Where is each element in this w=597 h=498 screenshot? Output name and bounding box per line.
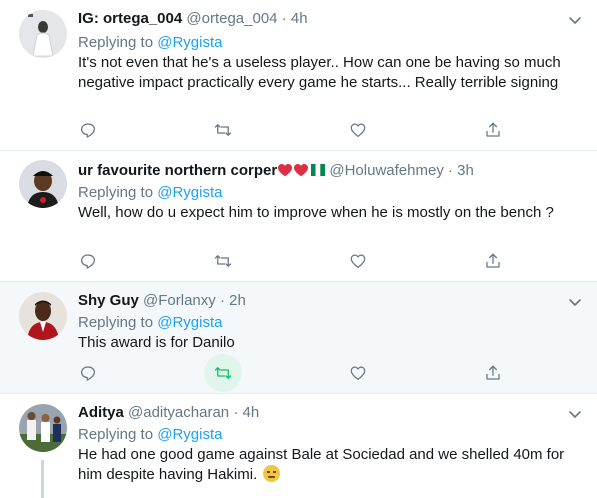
separator: · [233, 404, 239, 421]
avatar-person-cap-icon [19, 160, 67, 208]
avatar-white-figure-icon [19, 10, 67, 58]
avatar-football-players-icon [19, 404, 67, 452]
replying-prefix: Replying to [78, 314, 154, 331]
share-button[interactable] [483, 120, 503, 140]
tweet-actions [78, 354, 508, 392]
share-button[interactable] [483, 363, 503, 383]
reply-icon [80, 254, 96, 269]
share-icon [486, 253, 500, 268]
display-name[interactable]: Aditya [78, 404, 124, 421]
avatar[interactable] [19, 160, 67, 208]
chevron-down-icon[interactable] [567, 12, 583, 28]
replying-prefix: Replying to [78, 184, 154, 201]
reply-icon [80, 366, 96, 381]
timestamp[interactable]: 3h [457, 162, 474, 179]
reply-button[interactable] [78, 120, 98, 140]
retweet-icon [214, 367, 232, 379]
retweet-button[interactable] [213, 120, 233, 140]
handle[interactable]: @Holuwafehmey [329, 162, 443, 179]
tweet-text: He had one good game against Bale at Soc… [78, 446, 565, 483]
replying-mention[interactable]: @Rygista [157, 34, 222, 51]
replying-prefix: Replying to [78, 34, 154, 51]
reply-button[interactable] [78, 363, 98, 383]
share-button[interactable] [483, 251, 503, 271]
thread-connector [41, 460, 44, 498]
retweet-button[interactable] [213, 251, 233, 271]
reply-icon [80, 123, 96, 138]
handle[interactable]: @Forlanxy [143, 292, 216, 309]
timestamp[interactable]: 4h [242, 404, 259, 421]
display-name[interactable]: Shy Guy [78, 292, 139, 309]
heart-outline-icon [350, 366, 366, 381]
chevron-down-icon[interactable] [567, 406, 583, 422]
heart-outline-icon [350, 123, 366, 138]
retweet-button[interactable] [204, 354, 242, 392]
timestamp[interactable]: 4h [291, 10, 308, 27]
handle[interactable]: @adityacharan [128, 404, 229, 421]
retweet-icon [214, 124, 232, 136]
replying-mention[interactable]: @Rygista [157, 426, 222, 443]
replying-prefix: Replying to [78, 426, 154, 443]
nigeria-flag-icon [311, 163, 326, 177]
display-name[interactable]: ur favourite northern corper [78, 162, 277, 179]
share-icon [486, 365, 500, 380]
tweet-actions [78, 251, 508, 271]
avatar-person-suit-icon [19, 292, 67, 340]
replying-to: Replying to @Rygista [78, 33, 222, 53]
like-button[interactable] [348, 363, 368, 383]
heart-outline-icon [350, 254, 366, 269]
expressionless-face-icon [263, 465, 281, 482]
like-button[interactable] [348, 251, 368, 271]
retweet-icon [214, 255, 232, 267]
separator: · [448, 162, 453, 179]
replying-to: Replying to @Rygista [78, 313, 222, 333]
tweet-2[interactable]: ur favourite northern corper @Holuwafehm… [0, 151, 597, 282]
tweet-text: Well, how do u expect him to improve whe… [78, 204, 554, 221]
chevron-down-icon[interactable] [567, 294, 583, 310]
separator: · [281, 10, 287, 27]
timestamp[interactable]: 2h [229, 292, 246, 309]
avatar[interactable] [19, 404, 67, 452]
display-name[interactable]: IG: ortega_004 [78, 10, 182, 27]
red-heart-icon [294, 163, 309, 177]
red-heart-icon [278, 163, 293, 177]
tweet-text: It's not even that he's a useless player… [78, 54, 561, 91]
replying-to: Replying to @Rygista [78, 183, 222, 203]
handle[interactable]: @ortega_004 [186, 10, 277, 27]
like-button[interactable] [348, 120, 368, 140]
avatar[interactable] [19, 10, 67, 58]
replying-to: Replying to @Rygista [78, 425, 222, 445]
replying-mention[interactable]: @Rygista [157, 184, 222, 201]
tweet-text: This award is for Danilo [78, 334, 235, 351]
separator: · [219, 292, 225, 309]
tweet-1[interactable]: IG: ortega_004 @ortega_004 · 4h Replying… [0, 0, 597, 151]
share-icon [486, 122, 500, 137]
tweet-actions [78, 120, 508, 140]
avatar[interactable] [19, 292, 67, 340]
tweet-4[interactable]: Aditya @adityacharan · 4h Replying to @R… [0, 394, 597, 498]
reply-button[interactable] [78, 251, 98, 271]
replying-mention[interactable]: @Rygista [157, 314, 222, 331]
tweet-text-block: He had one good game against Bale at Soc… [78, 445, 578, 485]
tweet-3[interactable]: Shy Guy @Forlanxy · 2h Replying to @Rygi… [0, 282, 597, 394]
